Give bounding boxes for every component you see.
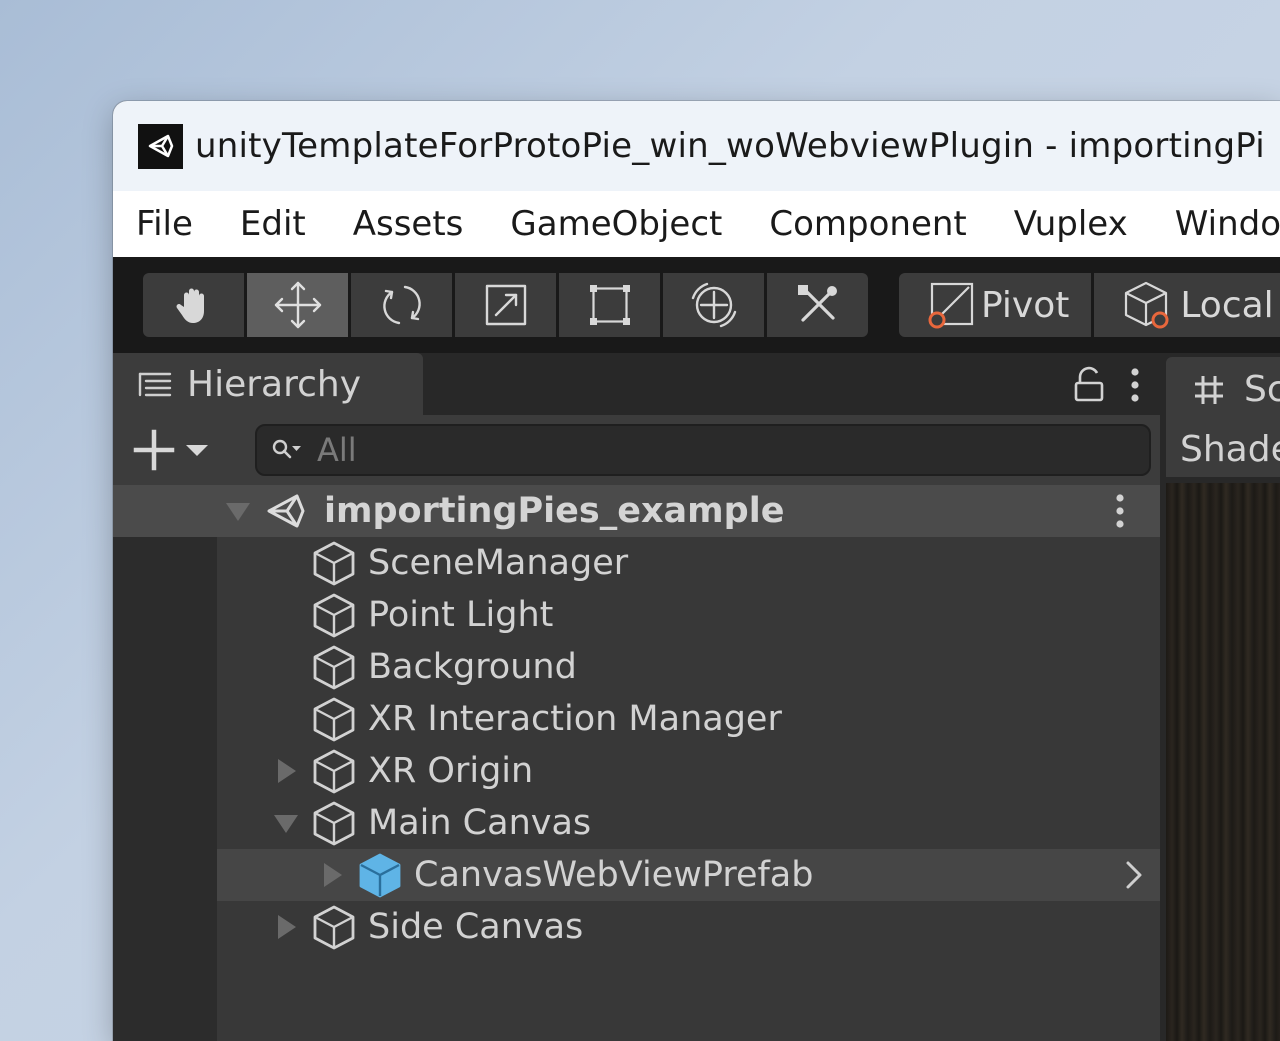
hierarchy-search-row — [113, 415, 1160, 485]
menu-bar: File Edit Assets GameObject Component Vu… — [113, 191, 1280, 257]
scale-icon — [485, 284, 526, 326]
rect-transform-icon — [589, 285, 630, 325]
menu-file[interactable]: File — [113, 204, 193, 244]
unity-editor-window: unityTemplateForProtoPie_win_woWebviewPl… — [113, 101, 1280, 1041]
scene-kebab-icon[interactable] — [1114, 492, 1126, 530]
hierarchy-item-label: Side Canvas — [368, 907, 584, 947]
window-title: unityTemplateForProtoPie_win_woWebviewPl… — [195, 126, 1265, 166]
move-icon — [274, 281, 321, 329]
hand-tool-button[interactable] — [143, 273, 244, 337]
unity-logo-icon — [138, 123, 183, 169]
local-icon — [1125, 281, 1169, 329]
hierarchy-panel: Hierarchy All importingPies_example Scen… — [113, 353, 1160, 1041]
hierarchy-tab[interactable]: Hierarchy — [113, 353, 423, 415]
local-toggle-button[interactable]: Local — [1094, 273, 1280, 337]
menu-vuplex[interactable]: Vuplex — [991, 204, 1128, 244]
search-input[interactable] — [317, 431, 1017, 469]
menu-edit[interactable]: Edit — [217, 204, 306, 244]
gameobject-cube-icon — [311, 592, 357, 647]
hierarchy-tab-label: Hierarchy — [187, 363, 362, 405]
title-bar: unityTemplateForProtoPie_win_woWebviewPl… — [113, 101, 1280, 191]
expanded-arrow-icon[interactable] — [271, 808, 301, 838]
hierarchy-tab-actions — [1072, 361, 1140, 409]
expanded-arrow-icon[interactable] — [223, 496, 253, 526]
pivot-tools: Pivot Local — [899, 273, 1280, 337]
unity-scene-icon — [267, 494, 305, 528]
pivot-label: Pivot — [981, 284, 1070, 326]
menu-component[interactable]: Component — [746, 204, 966, 244]
hierarchy-item-label: XR Interaction Manager — [368, 699, 782, 739]
hierarchy-item[interactable]: Main Canvas — [113, 797, 1160, 849]
hierarchy-tab-bar: Hierarchy — [113, 353, 1160, 415]
menu-window[interactable]: Windo — [1152, 204, 1280, 244]
collapsed-arrow-icon[interactable] — [271, 912, 301, 942]
menu-gameobject[interactable]: GameObject — [487, 204, 722, 244]
custom-tool-button[interactable] — [767, 273, 868, 337]
scene-tab[interactable]: Sc Shade — [1166, 357, 1280, 477]
menu-assets[interactable]: Assets — [330, 204, 464, 244]
hierarchy-item[interactable]: CanvasWebViewPrefab — [217, 849, 1160, 901]
transform-icon — [691, 282, 736, 328]
scene-row[interactable]: importingPies_example — [113, 485, 1160, 537]
caret-down-icon — [186, 445, 208, 456]
gameobject-cube-icon — [311, 748, 357, 803]
pivot-toggle-button[interactable]: Pivot — [899, 273, 1092, 337]
prefab-cube-icon — [357, 852, 403, 907]
search-icon — [272, 439, 301, 459]
hierarchy-item-label: XR Origin — [368, 751, 534, 791]
custom-tool-icon — [797, 285, 837, 322]
scene-tab-label: Sc — [1244, 369, 1280, 410]
hierarchy-item-label: Main Canvas — [368, 803, 592, 843]
gameobject-cube-icon — [311, 696, 357, 751]
hand-icon — [176, 288, 204, 323]
lock-icon[interactable] — [1072, 366, 1106, 404]
list-icon — [138, 372, 172, 397]
rotate-icon — [382, 285, 421, 325]
transform-tools — [143, 273, 871, 337]
kebab-menu-icon[interactable] — [1130, 366, 1140, 404]
hierarchy-item[interactable]: Side Canvas — [113, 901, 1160, 953]
scene-panel: Sc Shade — [1166, 353, 1280, 1041]
scene-name: importingPies_example — [324, 491, 785, 531]
hierarchy-item-label: CanvasWebViewPrefab — [414, 855, 814, 895]
hierarchy-item-label: Background — [368, 647, 577, 687]
tool-bar: Pivot Local — [113, 257, 1280, 353]
hierarchy-item-label: Point Light — [368, 595, 554, 635]
hierarchy-item[interactable]: Point Light — [113, 589, 1160, 641]
gameobject-cube-icon — [311, 800, 357, 855]
hash-icon — [1195, 375, 1223, 404]
hierarchy-item[interactable]: XR Origin — [113, 745, 1160, 797]
hierarchy-item[interactable]: Background — [113, 641, 1160, 693]
hierarchy-item[interactable]: SceneManager — [113, 537, 1160, 589]
rotate-tool-button[interactable] — [351, 273, 452, 337]
hierarchy-item-label: SceneManager — [368, 543, 629, 583]
shading-mode-dropdown[interactable]: Shade — [1180, 429, 1280, 470]
rect-tool-button[interactable] — [559, 273, 660, 337]
gameobject-cube-icon — [311, 644, 357, 699]
hierarchy-tree: importingPies_example SceneManager Point… — [113, 485, 1160, 1041]
transform-tool-button[interactable] — [663, 273, 764, 337]
collapsed-arrow-icon[interactable] — [271, 756, 301, 786]
collapsed-arrow-icon[interactable] — [317, 860, 347, 890]
hierarchy-item[interactable]: XR Interaction Manager — [113, 693, 1160, 745]
local-label: Local — [1180, 284, 1274, 326]
pivot-icon — [928, 282, 974, 329]
scale-tool-button[interactable] — [455, 273, 556, 337]
hierarchy-search-field[interactable] — [255, 424, 1151, 476]
create-button[interactable] — [133, 425, 211, 475]
scene-viewport[interactable] — [1166, 483, 1280, 1041]
move-tool-button[interactable] — [247, 273, 348, 337]
chevron-right-icon[interactable] — [1121, 858, 1147, 892]
plus-icon — [133, 429, 175, 471]
gameobject-cube-icon — [311, 904, 357, 959]
gameobject-cube-icon — [311, 540, 357, 595]
